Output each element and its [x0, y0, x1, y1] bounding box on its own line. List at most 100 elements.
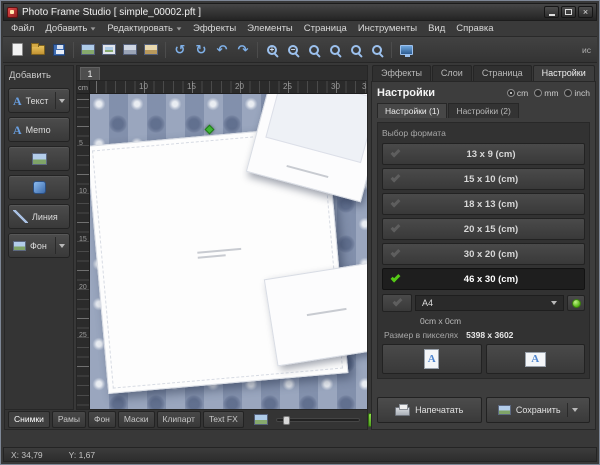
chevron-down-icon: [177, 27, 182, 30]
thumbnails-icon[interactable]: [254, 414, 268, 425]
rotate-right-button[interactable]: ↻: [191, 40, 211, 60]
tab-frames[interactable]: Рамы: [52, 411, 86, 428]
slider-handle[interactable]: [283, 416, 290, 425]
format-20x15-button[interactable]: 20 x 15 (cm): [382, 218, 585, 240]
menu-tools-label: Инструменты: [358, 23, 417, 34]
new-page-button[interactable]: [7, 40, 27, 60]
minimize-button[interactable]: [544, 6, 559, 18]
pixel-size-row: Размер в пикселях 5398 x 3602: [382, 329, 585, 341]
background-icon: [13, 241, 26, 251]
paper-size-select[interactable]: A4: [415, 295, 564, 311]
menu-add[interactable]: Добавить: [40, 22, 101, 35]
tab-settings[interactable]: Настройки: [533, 65, 595, 81]
check-icon: [391, 223, 401, 233]
zoom-100-button[interactable]: [304, 40, 324, 60]
menu-page[interactable]: Страница: [299, 22, 352, 35]
format-13x9-button[interactable]: 13 x 9 (cm): [382, 143, 585, 165]
add-custom-format-button[interactable]: [567, 295, 585, 311]
add-mask-button[interactable]: [120, 40, 140, 60]
settings-subtabs: Настройки (1) Настройки (2): [377, 103, 590, 118]
unit-cm-label: cm: [517, 88, 528, 98]
print-button[interactable]: Напечатать: [377, 397, 482, 423]
menu-elements[interactable]: Элементы: [242, 22, 298, 35]
settings-title: Настройки: [377, 87, 435, 99]
format-label: 15 x 10 (cm): [406, 174, 576, 185]
add-shape-button[interactable]: [8, 175, 70, 200]
zoom-in-button[interactable]: +: [262, 40, 282, 60]
add-photo-frame-button[interactable]: [8, 146, 70, 171]
menu-view[interactable]: Вид: [423, 22, 450, 35]
tab-textfx[interactable]: Text FX: [203, 411, 244, 428]
menu-file[interactable]: Файл: [6, 22, 39, 35]
add-clipart-button[interactable]: [141, 40, 161, 60]
add-frame-button[interactable]: [99, 40, 119, 60]
preview-button[interactable]: [396, 40, 416, 60]
add-line-button[interactable]: Линия: [8, 204, 70, 229]
save-dropdown[interactable]: [567, 403, 578, 417]
tab-snapshots[interactable]: Снимки: [8, 411, 50, 428]
thumbnail-size-slider[interactable]: [276, 418, 360, 422]
canvas-area: 1 cm 10 15 20 25 30 35: [76, 65, 368, 410]
zoom-out-button[interactable]: −: [283, 40, 303, 60]
add-background-button[interactable]: Фон: [8, 233, 70, 258]
format-section: Выбор формата 13 x 9 (cm) 15 x 10 (cm) 1…: [377, 122, 590, 379]
custom-format-checkbox[interactable]: [382, 294, 412, 312]
tab-background[interactable]: Фон: [88, 411, 116, 428]
chevron-down-icon: [91, 27, 96, 30]
radio-icon: [564, 89, 572, 97]
unit-mm-radio[interactable]: mm: [534, 88, 558, 98]
tab-clipart[interactable]: Клипарт: [157, 411, 201, 428]
action-row: Напечатать Сохранить: [377, 397, 590, 423]
rotate-left-button[interactable]: ↺: [170, 40, 190, 60]
menu-help[interactable]: Справка: [451, 22, 498, 35]
tab-masks[interactable]: Маски: [118, 411, 155, 428]
tab-page[interactable]: Страница: [473, 65, 532, 81]
zoom-page-button[interactable]: [367, 40, 387, 60]
menu-edit[interactable]: Редактировать: [102, 22, 187, 35]
add-text-dropdown[interactable]: [55, 92, 65, 108]
format-15x10-button[interactable]: 15 x 10 (cm): [382, 168, 585, 190]
add-background-dropdown[interactable]: [55, 237, 65, 253]
subtab-settings-2[interactable]: Настройки (2): [448, 103, 518, 118]
add-line-label: Линия: [32, 212, 58, 222]
format-30x20-button[interactable]: 30 x 20 (cm): [382, 243, 585, 265]
canvas[interactable]: [90, 94, 367, 409]
titlebar: Photo Frame Studio [ simple_00002.pft ] …: [3, 3, 597, 21]
menu-effects[interactable]: Эффекты: [188, 22, 241, 35]
portrait-button[interactable]: A: [382, 344, 482, 374]
save-icon: [53, 44, 65, 56]
landscape-button[interactable]: A: [486, 344, 586, 374]
add-memo-button[interactable]: A Memo: [8, 117, 70, 142]
zoom-fit-button[interactable]: [325, 40, 345, 60]
save-toolbar-button[interactable]: [49, 40, 69, 60]
close-button[interactable]: ×: [578, 6, 593, 18]
redo-button[interactable]: ↷: [233, 40, 253, 60]
undo-button[interactable]: ↶: [212, 40, 232, 60]
subtab-settings-1[interactable]: Настройки (1): [377, 103, 447, 118]
tab-effects[interactable]: Эффекты: [372, 65, 431, 81]
left-panel-header: Добавить: [7, 68, 71, 86]
selection-handle[interactable]: [205, 124, 215, 134]
page-tab-1[interactable]: 1: [80, 67, 100, 80]
zoom-width-button[interactable]: [346, 40, 366, 60]
line-icon: [13, 210, 28, 223]
page-tab-bar: 1: [77, 66, 367, 81]
tab-layers[interactable]: Слои: [432, 65, 472, 81]
collage-stamp-mid-right[interactable]: [264, 262, 367, 367]
radio-icon: [507, 89, 515, 97]
unit-cm-radio[interactable]: cm: [507, 88, 528, 98]
printer-icon: [395, 407, 410, 416]
format-46x30-button[interactable]: 46 x 30 (cm): [382, 268, 585, 290]
canvas-row: 5 10 15 20 25: [77, 94, 367, 409]
add-text-button[interactable]: A Текст: [8, 88, 70, 113]
open-button[interactable]: [28, 40, 48, 60]
zoom-in-sign: +: [268, 46, 276, 54]
format-18x13-button[interactable]: 18 x 13 (cm): [382, 193, 585, 215]
save-button[interactable]: Сохранить: [486, 397, 591, 423]
frame-icon: [103, 45, 115, 54]
unit-inch-radio[interactable]: inch: [564, 88, 590, 98]
maximize-button[interactable]: [561, 6, 576, 18]
add-photo-button[interactable]: [78, 40, 98, 60]
menu-tools[interactable]: Инструменты: [353, 22, 422, 35]
menu-edit-label: Редактировать: [107, 23, 173, 34]
